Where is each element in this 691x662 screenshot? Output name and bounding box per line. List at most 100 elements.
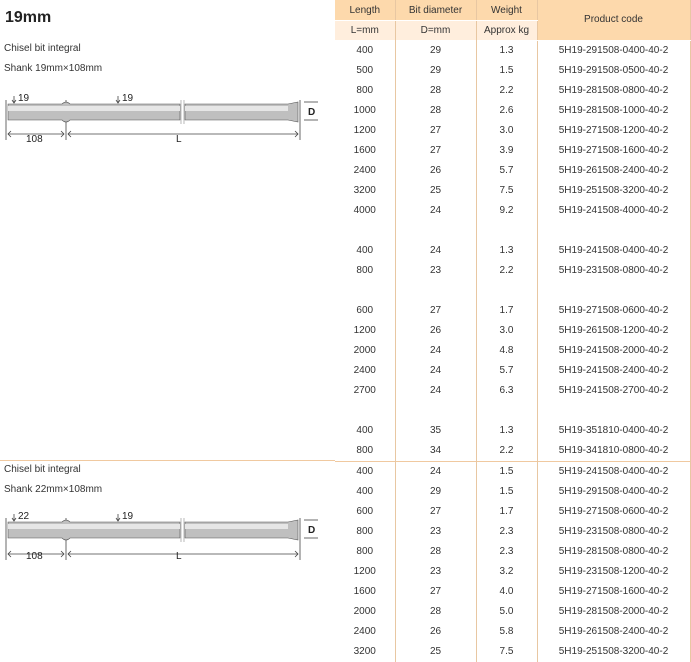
cell-diameter: 24 — [395, 380, 477, 401]
shank-dia-label-1: 19 — [18, 93, 30, 104]
cell-product-code: 5H19-271508-1600-40-2 — [537, 140, 691, 161]
table-body: 400 29 1.3 5H19-291508-0400-40-2 500 29 1.5 5H1… — [335, 40, 691, 662]
table-row: 800 23 2.2 5H19-231508-0800-40-2 — [335, 260, 691, 281]
table-row: 2400 24 5.7 5H19-241508-2400-40-2 — [335, 360, 691, 381]
cell-diameter: 23 — [395, 561, 477, 582]
cell-length: 2000 — [335, 340, 396, 361]
cell-length: 3200 — [335, 180, 396, 201]
table-row: 600 27 1.7 5H19-271508-0600-40-2 — [335, 501, 691, 522]
header-bit-diameter: Bit diameter — [395, 0, 477, 21]
cell-product-code: 5H19-241508-2700-40-2 — [537, 380, 691, 401]
cell-length: 1600 — [335, 581, 396, 602]
cell-length: 1200 — [335, 120, 396, 141]
cell-diameter: 28 — [395, 80, 477, 101]
cell-diameter: 29 — [395, 40, 477, 61]
cell-length: 400 — [335, 460, 396, 482]
cell-weight: 6.3 — [476, 380, 538, 401]
table-row: 1200 26 3.0 5H19-261508-1200-40-2 — [335, 320, 691, 341]
table-row: 2000 24 4.8 5H19-241508-2000-40-2 — [335, 340, 691, 361]
table-row: 2000 28 5.0 5H19-281508-2000-40-2 — [335, 601, 691, 622]
diameter-label-1: D — [308, 107, 315, 118]
cell-diameter: 34 — [395, 440, 477, 461]
product-table: Length Bit diameter Weight Product code … — [335, 0, 691, 662]
cell-weight: 2.2 — [476, 440, 538, 461]
cell-length — [335, 400, 396, 421]
length-label-2: L — [176, 551, 182, 560]
cell-diameter: 25 — [395, 641, 477, 662]
cell-product-code: 5H19-261508-1200-40-2 — [537, 320, 691, 341]
cell-diameter — [395, 280, 477, 301]
cell-length: 800 — [335, 440, 396, 461]
cell-diameter: 27 — [395, 501, 477, 522]
cell-length: 800 — [335, 521, 396, 542]
cell-product-code: 5H19-281508-1000-40-2 — [537, 100, 691, 121]
cell-weight: 5.0 — [476, 601, 538, 622]
cell-diameter: 24 — [395, 460, 477, 482]
cell-diameter: 27 — [395, 300, 477, 321]
cell-weight: 2.2 — [476, 260, 538, 281]
cell-length: 1000 — [335, 100, 396, 121]
table-row: 1200 23 3.2 5H19-231508-1200-40-2 — [335, 561, 691, 582]
cell-length: 2400 — [335, 621, 396, 642]
cell-length: 3200 — [335, 641, 396, 662]
cell-product-code — [537, 220, 691, 241]
table-row — [335, 280, 691, 301]
cell-product-code — [537, 400, 691, 421]
cell-length: 400 — [335, 420, 396, 441]
cell-diameter: 27 — [395, 581, 477, 602]
cell-length: 1200 — [335, 561, 396, 582]
table-row: 2400 26 5.8 5H19-261508-2400-40-2 — [335, 621, 691, 642]
header-length: Length — [335, 0, 396, 21]
cell-diameter — [395, 220, 477, 241]
table-row: 800 28 2.3 5H19-281508-0800-40-2 — [335, 541, 691, 562]
table-row: 4000 24 9.2 5H19-241508-4000-40-2 — [335, 200, 691, 221]
cell-product-code: 5H19-261508-2400-40-2 — [537, 160, 691, 181]
section-divider — [0, 460, 335, 461]
cell-length: 1200 — [335, 320, 396, 341]
cell-weight: 5.7 — [476, 160, 538, 181]
table-row: 400 24 1.5 5H19-241508-0400-40-2 — [335, 460, 691, 482]
cell-weight: 1.3 — [476, 420, 538, 441]
table-row: 1600 27 4.0 5H19-271508-1600-40-2 — [335, 581, 691, 602]
table-row: 2700 24 6.3 5H19-241508-2700-40-2 — [335, 380, 691, 401]
header-product-code: Product code — [537, 0, 691, 41]
cell-product-code: 5H19-241508-0400-40-2 — [537, 240, 691, 261]
table-row: 400 35 1.3 5H19-351810-0400-40-2 — [335, 420, 691, 441]
header-length-unit: L=mm — [335, 20, 396, 40]
cell-product-code: 5H19-291508-0500-40-2 — [537, 60, 691, 81]
cell-weight: 1.5 — [476, 60, 538, 81]
cell-length: 2700 — [335, 380, 396, 401]
cell-weight: 1.5 — [476, 460, 538, 482]
table-row: 400 29 1.5 5H19-291508-0400-40-2 — [335, 481, 691, 502]
cell-weight: 4.8 — [476, 340, 538, 361]
cell-diameter: 26 — [395, 160, 477, 181]
cell-weight: 1.7 — [476, 300, 538, 321]
cell-product-code: 5H19-231508-1200-40-2 — [537, 561, 691, 582]
cell-product-code: 5H19-281508-2000-40-2 — [537, 601, 691, 622]
cell-diameter: 24 — [395, 200, 477, 221]
header-weight-unit: Approx kg — [476, 20, 538, 40]
cell-diameter: 24 — [395, 360, 477, 381]
section-1-name: Chisel bit integral — [4, 43, 81, 54]
table-row: 800 28 2.2 5H19-281508-0800-40-2 — [335, 80, 691, 101]
cell-weight: 2.3 — [476, 541, 538, 562]
cell-product-code: 5H19-341810-0800-40-2 — [537, 440, 691, 461]
cell-product-code: 5H19-241508-0400-40-2 — [537, 460, 691, 482]
cell-product-code: 5H19-271508-1600-40-2 — [537, 581, 691, 602]
cell-product-code: 5H19-241508-2000-40-2 — [537, 340, 691, 361]
cell-diameter: 35 — [395, 420, 477, 441]
cell-diameter: 27 — [395, 120, 477, 141]
page-title: 19mm — [5, 9, 52, 26]
cell-diameter: 26 — [395, 621, 477, 642]
cell-product-code: 5H19-271508-0600-40-2 — [537, 300, 691, 321]
table-row: 1200 27 3.0 5H19-271508-1200-40-2 — [335, 120, 691, 141]
cell-weight: 1.3 — [476, 240, 538, 261]
cell-diameter — [395, 400, 477, 421]
cell-product-code: 5H19-281508-0800-40-2 — [537, 541, 691, 562]
table-row: 3200 25 7.5 5H19-251508-3200-40-2 — [335, 641, 691, 662]
cell-weight: 3.9 — [476, 140, 538, 161]
cell-product-code: 5H19-351810-0400-40-2 — [537, 420, 691, 441]
cell-length: 800 — [335, 80, 396, 101]
table-row — [335, 220, 691, 241]
table-row: 3200 25 7.5 5H19-251508-3200-40-2 — [335, 180, 691, 201]
